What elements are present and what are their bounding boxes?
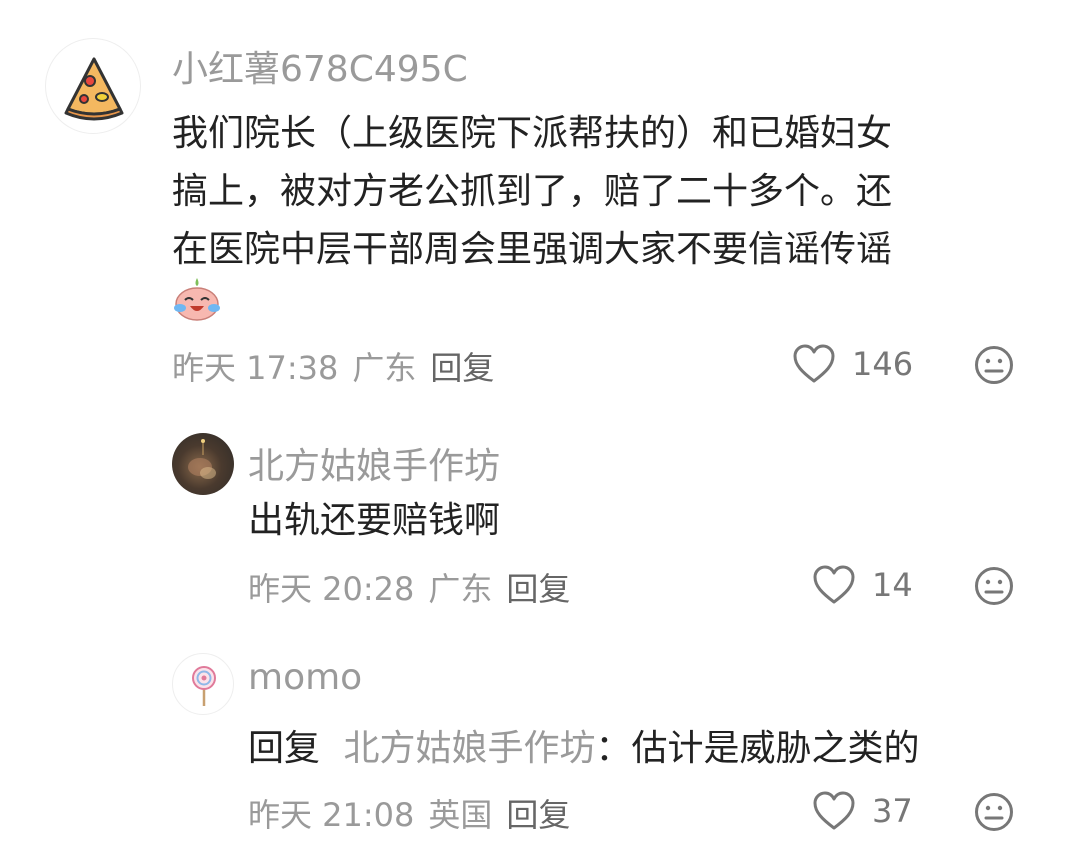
neutral-face-icon (975, 346, 1013, 384)
reply-time: 昨天 20:28 (248, 570, 415, 608)
dislike-button[interactable] (974, 792, 1014, 832)
like-count: 146 (852, 345, 914, 383)
heart-outline-icon (813, 791, 855, 830)
avatar[interactable] (172, 653, 234, 715)
reply-text: 出轨还要赔钱啊 (248, 500, 501, 541)
crying-laughing-emoji-icon (172, 276, 222, 322)
reply-location: 广东 (428, 570, 493, 608)
avatar[interactable] (45, 38, 141, 134)
reply-colon: ： (595, 728, 632, 769)
like-count: 37 (872, 792, 913, 830)
reply-meta: 昨天 20:28 广东 回复 (248, 564, 570, 610)
reply-body: 估计是威胁之类的 (631, 728, 920, 769)
lollipop-avatar-icon (192, 666, 216, 706)
comment-username[interactable]: 小红薯678C495C (172, 40, 468, 92)
dislike-button[interactable] (974, 566, 1014, 606)
comment-text: 我们院长（上级医院下派帮扶的）和已婚妇女 搞上，被对方老公抓到了，赔了二十多个。… (172, 105, 892, 279)
reply-prefix: 回复 (248, 728, 321, 769)
comment-text-line: 在医院中层干部周会里强调大家不要信谣传谣 (172, 229, 893, 270)
reply-username[interactable]: 北方姑娘手作坊 (248, 437, 500, 489)
dislike-button[interactable] (974, 345, 1014, 385)
reply-location: 英国 (428, 796, 493, 834)
comment-meta: 昨天 17:38 广东 回复 (172, 343, 494, 389)
neutral-face-icon (975, 567, 1013, 605)
photo-avatar-icon (188, 439, 216, 479)
reply-username[interactable]: momo (248, 657, 362, 698)
pizza-avatar-icon (64, 57, 124, 121)
comment-text-line: 我们院长（上级医院下派帮扶的）和已婚妇女 (172, 113, 893, 154)
comment-time: 昨天 17:38 (172, 349, 339, 387)
like-button[interactable]: 37 (812, 791, 913, 831)
neutral-face-icon (975, 793, 1013, 831)
reply-text: 回复 北方姑娘手作坊：估计是威胁之类的 (248, 720, 920, 778)
avatar[interactable] (172, 433, 234, 495)
reply-button[interactable]: 回复 (506, 790, 570, 836)
reply-target-username[interactable]: 北方姑娘手作坊 (343, 728, 595, 769)
comment-text-line: 搞上，被对方老公抓到了，赔了二十多个。还 (172, 171, 893, 212)
reply-meta: 昨天 21:08 英国 回复 (248, 790, 570, 836)
like-count: 14 (872, 566, 913, 604)
reply-button[interactable]: 回复 (506, 564, 570, 610)
like-button[interactable]: 14 (812, 565, 913, 605)
reply-time: 昨天 21:08 (248, 796, 415, 834)
reply-button[interactable]: 回复 (430, 343, 494, 389)
heart-outline-icon (813, 565, 855, 604)
heart-outline-icon (793, 344, 835, 383)
like-button[interactable]: 146 (792, 344, 913, 384)
comment-location: 广东 (352, 349, 417, 387)
